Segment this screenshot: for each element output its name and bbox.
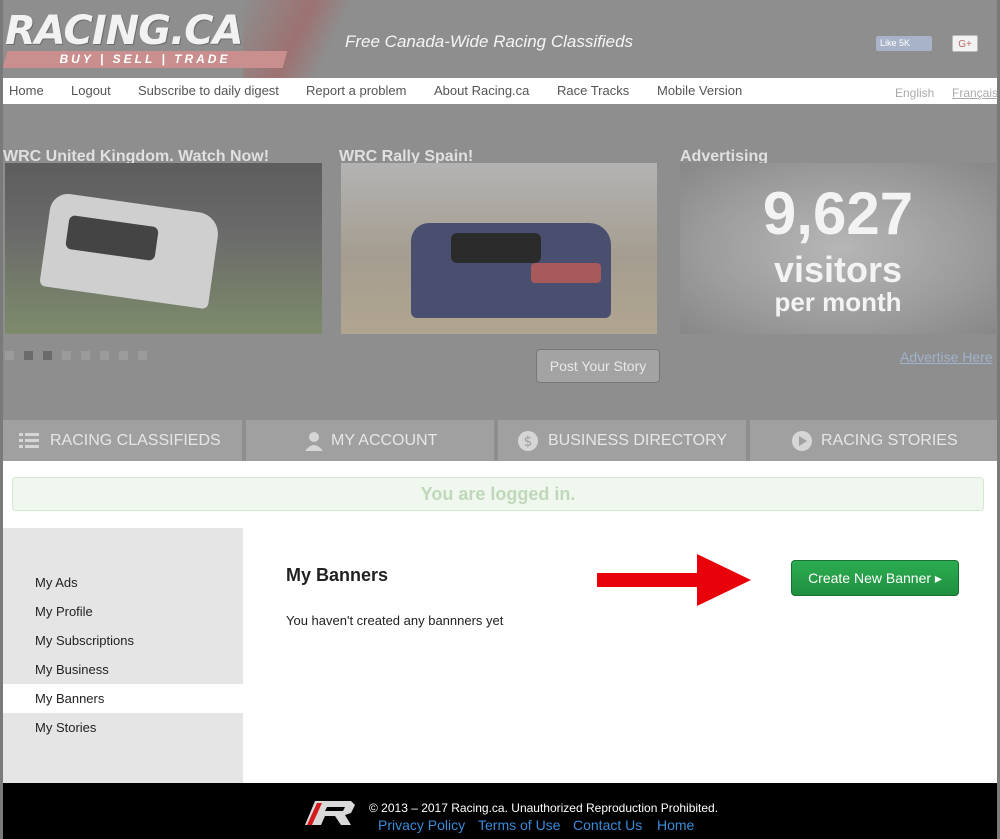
footer-link-home[interactable]: Home — [657, 817, 694, 833]
advertise-here-link[interactable]: Advertise Here — [900, 349, 993, 365]
sidebar-item-my-subscriptions[interactable]: My Subscriptions — [3, 626, 243, 655]
lang-english[interactable]: English — [895, 86, 934, 100]
footer-link-terms[interactable]: Terms of Use — [478, 817, 560, 833]
dollar-icon: $ — [518, 431, 538, 451]
nav-subscribe-digest[interactable]: Subscribe to daily digest — [138, 83, 279, 98]
play-icon — [792, 431, 812, 451]
racing-r-logo[interactable] — [305, 799, 357, 827]
google-plus-button[interactable]: G+ — [952, 35, 978, 52]
footer-link-privacy[interactable]: Privacy Policy — [378, 817, 465, 833]
sidebar-item-my-profile[interactable]: My Profile — [3, 597, 243, 626]
site-footer: © 2013 – 2017 Racing.ca. Unauthorized Re… — [3, 783, 997, 839]
logo-tagline-ribbon: BUY | SELL | TRADE — [3, 51, 288, 68]
advertising-banner[interactable]: 9,627 visitors per month — [680, 163, 996, 334]
tab-racing-stories[interactable]: RACING STORIES — [750, 420, 997, 461]
copyright-text: © 2013 – 2017 Racing.ca. Unauthorized Re… — [369, 801, 719, 815]
account-sidebar: My Ads My Profile My Subscriptions My Bu… — [3, 528, 243, 783]
carousel-dot[interactable] — [81, 351, 90, 360]
user-icon — [305, 432, 323, 451]
nav-race-tracks[interactable]: Race Tracks — [557, 83, 629, 98]
story2-image[interactable] — [341, 163, 657, 334]
carousel-dot-active[interactable] — [24, 351, 33, 360]
logged-in-notice: You are logged in. — [12, 477, 984, 511]
list-icon — [19, 433, 39, 448]
carousel-dot-active[interactable] — [43, 351, 52, 360]
site-tagline: Free Canada-Wide Racing Classifieds — [345, 32, 634, 51]
carousel-dot[interactable] — [138, 351, 147, 360]
ad-visitor-count: 9,627 — [762, 180, 914, 247]
main-tabs: RACING CLASSIFIEDS MY ACCOUNT $ BUSINESS… — [3, 420, 997, 461]
sidebar-item-my-ads[interactable]: My Ads — [3, 568, 243, 597]
create-new-banner-button[interactable]: Create New Banner ▸ — [791, 560, 959, 596]
nav-mobile-version[interactable]: Mobile Version — [657, 83, 742, 98]
sidebar-item-my-banners[interactable]: My Banners — [3, 684, 243, 713]
tab-racing-classifieds[interactable]: RACING CLASSIFIEDS — [3, 420, 244, 461]
footer-link-contact[interactable]: Contact Us — [573, 817, 642, 833]
nav-report-problem[interactable]: Report a problem — [306, 83, 406, 98]
carousel-dot[interactable] — [119, 351, 128, 360]
carousel-dot[interactable] — [5, 351, 14, 360]
tab-label: RACING STORIES — [821, 432, 958, 449]
lang-francais[interactable]: Français — [952, 86, 998, 100]
site-header: RACING.CA BUY | SELL | TRADE Free Canada… — [3, 0, 997, 78]
carousel-dot[interactable] — [100, 351, 109, 360]
tab-business-directory[interactable]: $ BUSINESS DIRECTORY — [498, 420, 748, 461]
tab-label: BUSINESS DIRECTORY — [548, 432, 728, 449]
carousel-dot[interactable] — [62, 351, 71, 360]
nav-home[interactable]: Home — [9, 83, 44, 98]
nav-about[interactable]: About Racing.ca — [434, 83, 529, 98]
tab-label: MY ACCOUNT — [331, 432, 438, 449]
car-livery-red — [531, 263, 601, 283]
nav-logout[interactable]: Logout — [71, 83, 111, 98]
facebook-like-button[interactable]: Like 5K — [876, 36, 932, 51]
tab-my-account[interactable]: MY ACCOUNT — [246, 420, 496, 461]
empty-state-message: You haven't created any bannners yet — [286, 613, 504, 628]
sidebar-item-my-stories[interactable]: My Stories — [3, 713, 243, 742]
ad-per-month-label: per month — [774, 287, 902, 317]
stories-carousel: WRC United Kingdom. Watch Now! WRC Rally… — [3, 104, 997, 420]
page-title: My Banners — [286, 565, 389, 585]
logo-tag-text: BUY | SELL | TRADE — [59, 52, 231, 66]
logo-wordmark: RACING.CA — [5, 8, 244, 54]
red-arrow-annotation — [597, 554, 751, 606]
post-your-story-button[interactable]: Post Your Story — [536, 349, 660, 383]
car-windshield — [451, 233, 541, 263]
tab-label: RACING CLASSIFIEDS — [50, 432, 221, 449]
top-navigation: Home Logout Subscribe to daily digest Re… — [3, 78, 998, 104]
sidebar-item-my-business[interactable]: My Business — [3, 655, 243, 684]
story1-image[interactable] — [5, 163, 322, 334]
ad-visitors-label: visitors — [773, 249, 903, 290]
svg-text:$: $ — [524, 434, 533, 450]
site-logo[interactable]: RACING.CA BUY | SELL | TRADE — [3, 4, 293, 72]
